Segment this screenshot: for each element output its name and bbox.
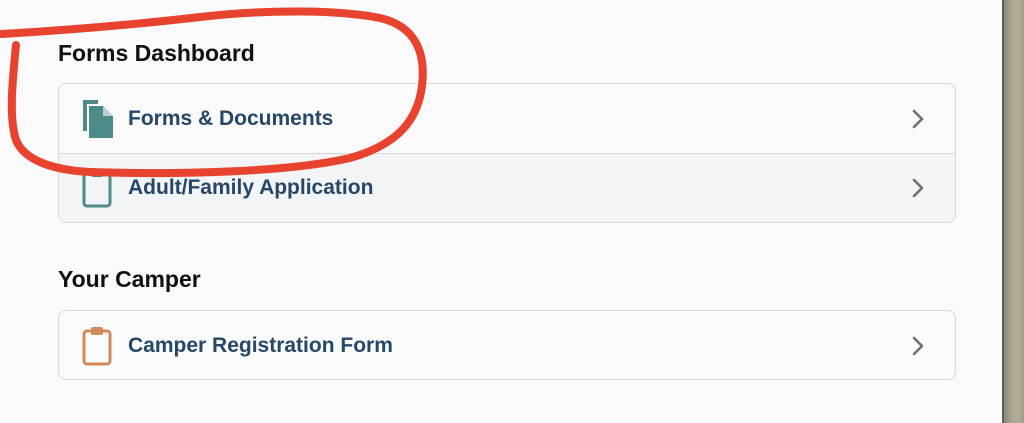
documents-icon <box>76 99 118 139</box>
chevron-right-icon <box>905 177 931 199</box>
window-edge <box>1002 0 1024 423</box>
chevron-right-icon <box>905 335 931 357</box>
camper-registration-form-label: Camper Registration Form <box>128 333 393 357</box>
adult-family-application-item[interactable]: Adult/Family Application <box>59 153 955 222</box>
forms-documents-item[interactable]: Forms & Documents <box>59 84 955 153</box>
adult-family-application-label: Adult/Family Application <box>128 176 374 199</box>
clipboard-icon <box>76 168 118 208</box>
your-camper-list: Camper Registration Form <box>58 310 956 380</box>
forms-dashboard-list: Forms & Documents Adult/Family Applicati… <box>58 83 956 223</box>
forms-dashboard-title: Forms Dashboard <box>58 40 255 66</box>
your-camper-title: Your Camper <box>58 266 201 292</box>
chevron-right-icon <box>905 108 931 130</box>
camper-registration-form-item[interactable]: Camper Registration Form <box>59 311 955 379</box>
forms-documents-label: Forms & Documents <box>128 106 334 130</box>
clipboard-icon <box>76 326 118 366</box>
